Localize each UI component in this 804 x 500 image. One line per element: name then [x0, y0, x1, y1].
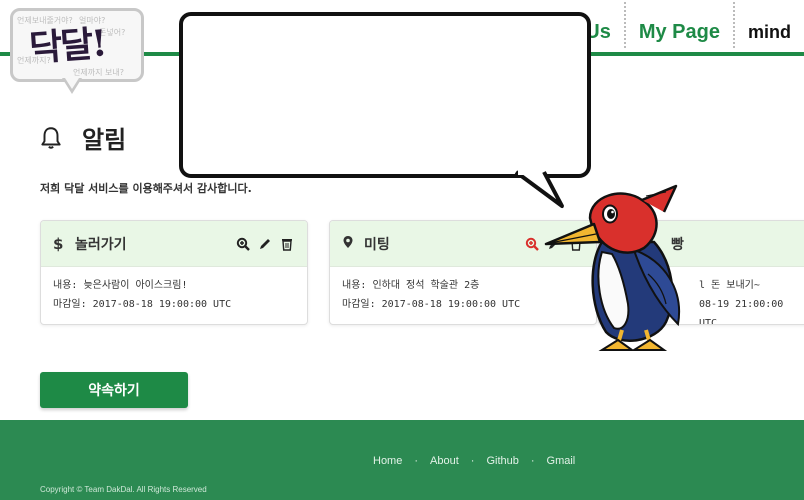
page-title-text: 알림 — [82, 126, 127, 154]
card-title: 놀러가기 — [75, 236, 127, 253]
footer-separator: · — [530, 455, 535, 467]
card-body: 내용: 늦은사람이 아이스크림! 마감일: 2017-08-18 19:00:0… — [41, 267, 307, 323]
nav-user-name[interactable]: mind — [735, 18, 804, 46]
logo-bg-text: 언제까지 보내? — [73, 68, 124, 77]
footer: Home · About · Github · Gmail Copyright … — [0, 420, 804, 500]
notification-card: $ 놀러가기 내용: 늦은사람이 아이스크림! 마감일: 2017-08-18 … — [40, 220, 308, 325]
pencil-icon[interactable] — [257, 236, 273, 252]
card-deadline: 마감일: 2017-08-18 19:00:00 UTC — [53, 299, 232, 310]
footer-separator: · — [414, 455, 419, 467]
trash-icon[interactable] — [279, 236, 295, 252]
footer-link-about[interactable]: About — [430, 455, 459, 467]
footer-link-home[interactable]: Home — [373, 455, 402, 467]
map-marker-icon — [342, 235, 358, 253]
nav-my-page[interactable]: My Page — [626, 18, 733, 46]
footer-links: Home · About · Github · Gmail — [373, 455, 575, 467]
footer-link-gmail[interactable]: Gmail — [547, 455, 576, 467]
logo-wordmark: 닥달! — [27, 22, 107, 70]
logo-bubble-tail-inner — [65, 78, 79, 89]
footer-separator: · — [470, 455, 475, 467]
card-header: $ 놀러가기 — [41, 221, 307, 267]
page-title: 알림 — [38, 120, 126, 155]
woodpecker-mascot — [544, 184, 681, 351]
speech-bubble — [179, 12, 591, 178]
copyright-text: Copyright © Team DakDal. All Rights Rese… — [40, 485, 207, 494]
dakdal-logo[interactable]: 언제보내줄거야? 얼마야? 돈넣어? 언제까지? 언제까지 보내? 닥달! — [10, 8, 144, 82]
make-promise-button[interactable]: 약속하기 — [40, 372, 188, 408]
zoom-in-icon[interactable] — [235, 236, 251, 252]
bell-icon — [41, 126, 61, 149]
page-subtitle: 저희 닥달 서비스를 이용해주셔서 감사합니다. — [40, 182, 252, 195]
card-title: 미팅 — [364, 236, 390, 253]
dollar-icon: $ — [53, 234, 64, 253]
footer-link-github[interactable]: Github — [486, 455, 518, 467]
card-content: 내용: 늦은사람이 아이스크림! — [53, 280, 188, 291]
